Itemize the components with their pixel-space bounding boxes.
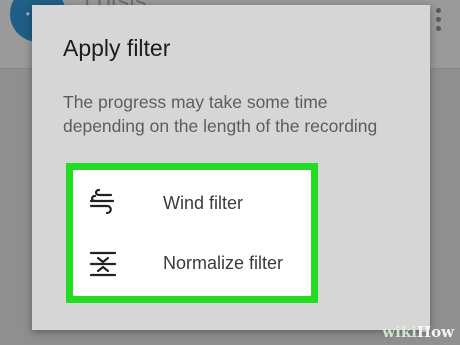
wikihow-watermark: wikiHow xyxy=(382,323,454,341)
normalize-filter-label: Normalize filter xyxy=(163,253,284,273)
apply-filter-dialog: Apply filter The progress may take some … xyxy=(32,5,430,330)
wind-filter-label: Wind filter xyxy=(163,193,244,213)
filter-options-highlight: Wind filter Normalize filter xyxy=(66,163,318,303)
wind-icon xyxy=(89,188,115,215)
screen: ••• Lotsis Apply filter The progress may… xyxy=(0,0,460,345)
dialog-message: The progress may take some time dependin… xyxy=(63,92,378,136)
wind-filter-option[interactable]: Wind filter xyxy=(73,176,311,232)
normalize-filter-option[interactable]: Normalize filter xyxy=(73,236,311,292)
overflow-menu-icon xyxy=(436,8,442,31)
dialog-title: Apply filter xyxy=(63,35,171,61)
normalize-icon xyxy=(89,251,117,277)
